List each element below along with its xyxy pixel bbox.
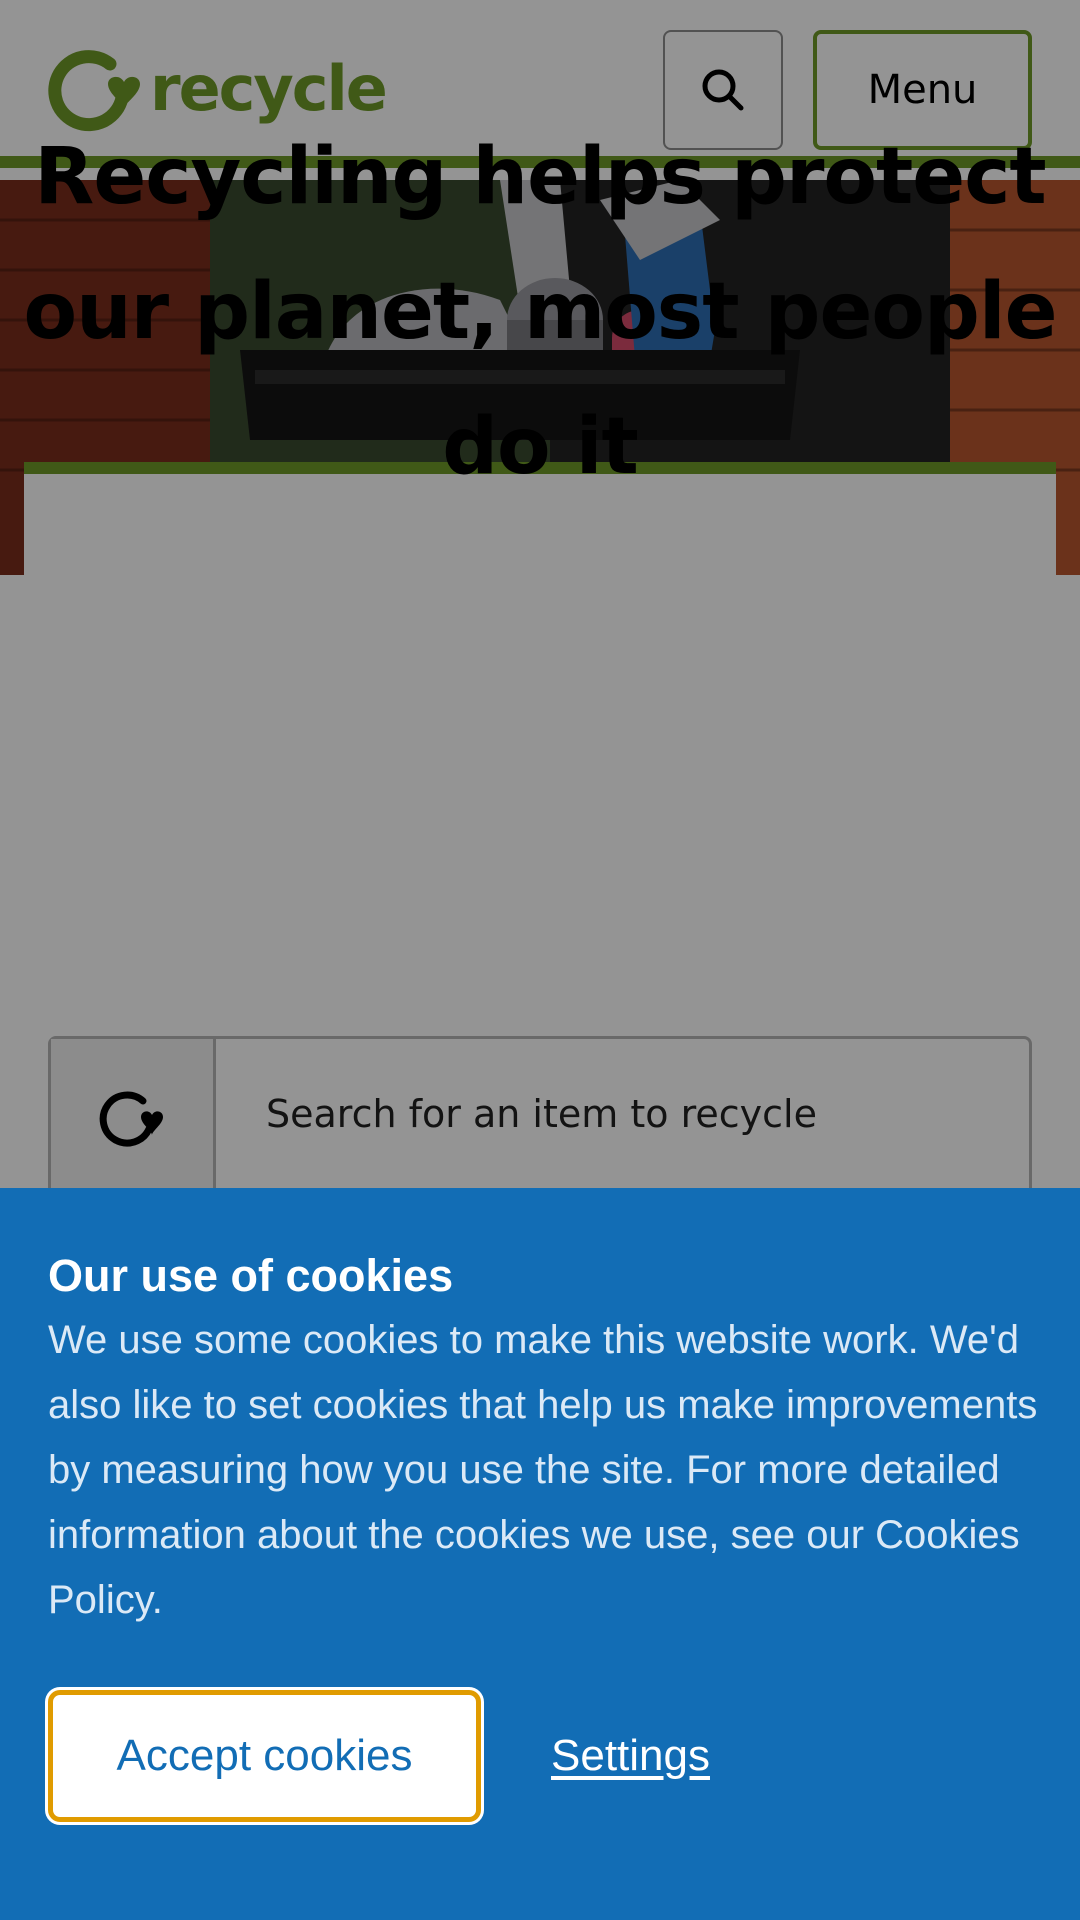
accept-cookies-button[interactable]: Accept cookies: [48, 1690, 481, 1822]
cookie-banner-text: We use some cookies to make this website…: [48, 1318, 1038, 1622]
cookie-banner-title: Our use of cookies: [48, 1250, 454, 1301]
cookie-banner: Our use of cookies We use some cookies t…: [0, 1188, 1080, 1920]
cookie-actions: Accept cookies Settings: [48, 1690, 710, 1822]
cookie-settings-link[interactable]: Settings: [551, 1731, 710, 1781]
